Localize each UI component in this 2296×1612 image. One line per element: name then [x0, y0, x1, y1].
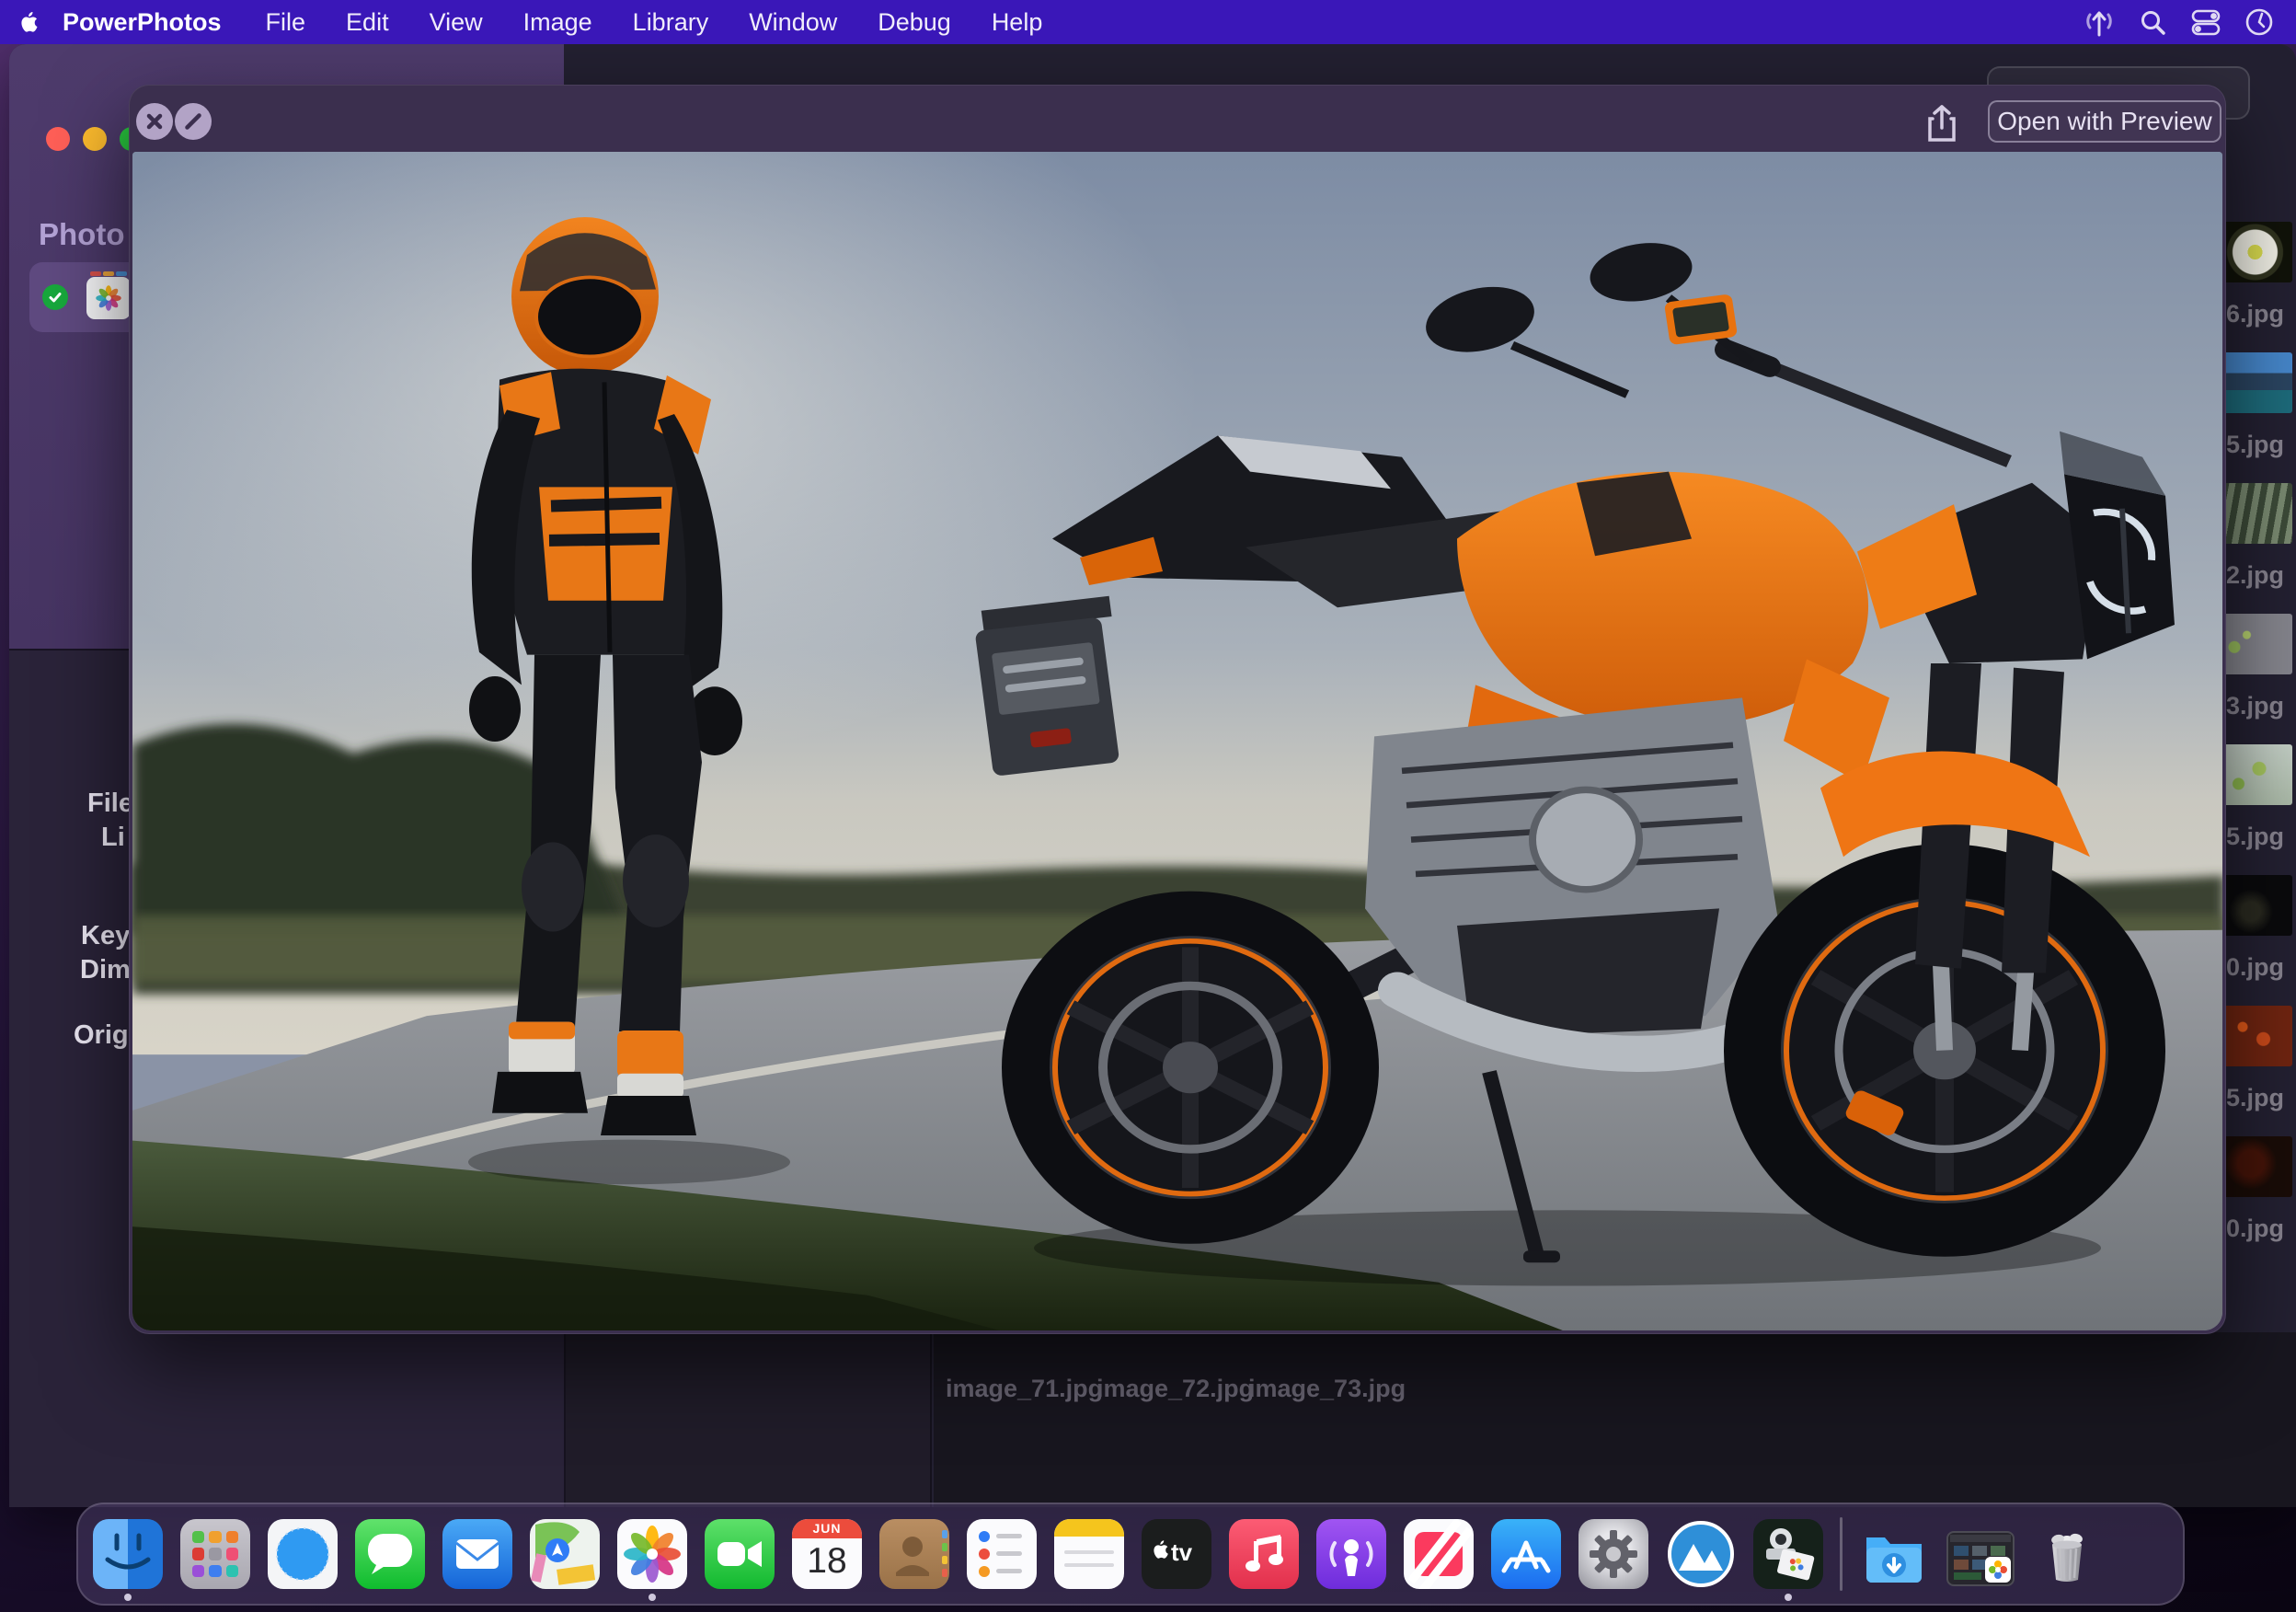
dock: JUN 18 tv	[76, 1503, 2185, 1606]
photo-thumbnail[interactable]	[2226, 875, 2292, 936]
dock-icon-reminders[interactable]	[967, 1519, 1037, 1589]
green-check-icon	[42, 284, 68, 310]
dock-icon-launchpad[interactable]	[180, 1519, 250, 1589]
menu-edit[interactable]: Edit	[326, 8, 409, 37]
photo-thumbnail[interactable]	[2226, 222, 2292, 282]
photo-thumbnail[interactable]	[2226, 483, 2292, 544]
notes-header-band	[1054, 1519, 1124, 1537]
dock-icon-photo-mountain-app[interactable]	[1666, 1519, 1736, 1589]
close-window-button[interactable]	[46, 127, 70, 151]
photo-filename: image_73.jpg	[1248, 1375, 1406, 1403]
fullscreen-icon[interactable]	[175, 103, 212, 140]
svg-text:tv: tv	[1171, 1538, 1193, 1566]
photo-thumbnail[interactable]	[2226, 614, 2292, 674]
dock-icon-contacts[interactable]	[879, 1519, 949, 1589]
dock-icon-maps[interactable]	[530, 1519, 600, 1589]
calendar-month: JUN	[792, 1519, 862, 1538]
dock-icon-news[interactable]	[1404, 1519, 1474, 1589]
running-indicator	[124, 1594, 132, 1601]
dock-icon-mail[interactable]	[442, 1519, 512, 1589]
open-with-preview-button[interactable]: Open with Preview	[1988, 100, 2221, 143]
menu-window[interactable]: Window	[729, 8, 857, 37]
thumbnail-caption: 5.jpg	[2226, 823, 2290, 851]
dock-icon-safari[interactable]	[268, 1519, 338, 1589]
info-pane-bottom	[564, 1332, 932, 1507]
running-indicator	[649, 1594, 656, 1601]
menu-view[interactable]: View	[409, 8, 503, 37]
dock-icon-notes[interactable]	[1054, 1519, 1124, 1589]
menu-debug[interactable]: Debug	[857, 8, 971, 37]
dock-icon-messages[interactable]	[355, 1519, 425, 1589]
signal-icon[interactable]	[2083, 6, 2116, 39]
share-icon[interactable]	[1925, 104, 1958, 147]
dock-icon-calendar[interactable]: JUN 18	[792, 1519, 862, 1589]
quicklook-window: Open with Preview	[129, 85, 2226, 1334]
dock-icon-app-store[interactable]	[1491, 1519, 1561, 1589]
photo-thumbnail[interactable]	[2226, 744, 2292, 805]
photos-library-icon	[86, 277, 131, 319]
thumbnail-caption: 0.jpg	[2226, 953, 2290, 982]
spotlight-search-icon[interactable]	[2136, 6, 2169, 39]
photo-filename: image_72.jpg	[1096, 1375, 1254, 1403]
clock-icon[interactable]	[2243, 6, 2276, 39]
dock-divider	[1840, 1517, 1843, 1591]
close-icon[interactable]	[136, 103, 173, 140]
control-center-icon[interactable]	[2189, 6, 2222, 39]
thumbnail-caption: 6.jpg	[2226, 300, 2290, 328]
dock-icon-trash[interactable]	[2032, 1519, 2102, 1589]
launchpad-grid	[192, 1531, 238, 1577]
menu-library[interactable]: Library	[613, 8, 729, 37]
photo-grid-bottom: image_71.jpg image_72.jpg image_73.jpg	[934, 1332, 2296, 1507]
dock-icon-apple-tv[interactable]: tv	[1142, 1519, 1211, 1589]
dock-icon-system-settings[interactable]	[1578, 1519, 1648, 1589]
dock-icon-photos[interactable]	[617, 1519, 687, 1589]
thumbnail-caption: 3.jpg	[2226, 692, 2290, 720]
dock-icon-finder[interactable]	[93, 1519, 163, 1589]
photo-grid-right-strip: 6.jpg 5.jpg 2.jpg 3.jpg 5.jpg 0.jpg 5.jp…	[2226, 164, 2296, 1507]
photo-thumbnail[interactable]	[2226, 1006, 2292, 1066]
thumbnail-caption: 5.jpg	[2226, 431, 2290, 459]
dock-icon-powerphotos[interactable]	[1753, 1519, 1823, 1589]
dock-icon-facetime[interactable]	[705, 1519, 775, 1589]
thumbnail-caption: 5.jpg	[2226, 1084, 2290, 1112]
thumbnail-caption: 0.jpg	[2226, 1215, 2290, 1243]
app-menu-powerphotos[interactable]: PowerPhotos	[55, 8, 246, 37]
dock-minimized-photos-window[interactable]	[1946, 1531, 2015, 1586]
photo-thumbnail[interactable]	[2226, 1136, 2292, 1197]
photo-filename: image_71.jpg	[946, 1375, 1103, 1403]
running-indicator	[1785, 1594, 1792, 1601]
info-label-library: Li	[101, 823, 125, 853]
minimize-window-button[interactable]	[83, 127, 107, 151]
photo-thumbnail[interactable]	[2226, 352, 2292, 413]
calendar-day: 18	[792, 1541, 862, 1582]
dock-icon-downloads-folder[interactable]	[1859, 1519, 1929, 1589]
menu-help[interactable]: Help	[971, 8, 1063, 37]
apple-menu-icon[interactable]	[0, 8, 55, 36]
menu-bar: PowerPhotos File Edit View Image Library…	[0, 0, 2296, 44]
dock-icon-podcasts[interactable]	[1316, 1519, 1386, 1589]
thumbnail-caption: 2.jpg	[2226, 561, 2290, 590]
dock-icon-music[interactable]	[1229, 1519, 1299, 1589]
preview-photo	[132, 152, 2222, 1330]
menu-image[interactable]: Image	[503, 8, 613, 37]
menu-file[interactable]: File	[246, 8, 327, 37]
